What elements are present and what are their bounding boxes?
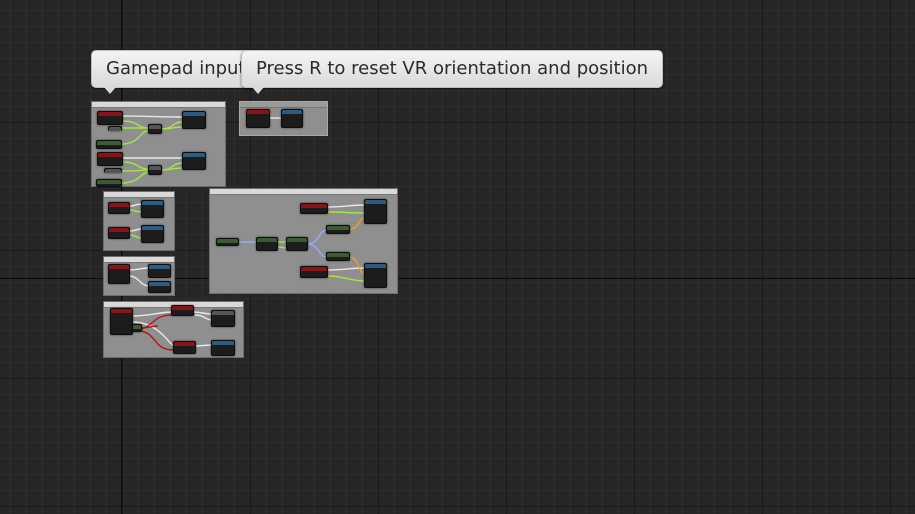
- set-rotation-node[interactable]: [364, 263, 387, 288]
- add-input-node[interactable]: [148, 264, 171, 278]
- get-variable-node[interactable]: [108, 126, 122, 131]
- add-input-node[interactable]: [148, 281, 171, 293]
- bubble-tail: [104, 87, 116, 94]
- comment-bubble-gamepad-input[interactable]: Gamepad input: [91, 50, 261, 94]
- get-variable-node[interactable]: [104, 168, 122, 173]
- break-vector-node[interactable]: [286, 237, 308, 251]
- comment-bubble-text: Press R to reset VR orientation and posi…: [256, 58, 649, 79]
- input-axis-event-node[interactable]: [300, 266, 328, 278]
- macro-node[interactable]: [211, 340, 235, 356]
- bubble-tail: [252, 87, 264, 94]
- comment-header[interactable]: [104, 192, 174, 198]
- comment-header[interactable]: [210, 189, 397, 195]
- comment-box-movement-input[interactable]: [103, 191, 175, 251]
- break-vector-node[interactable]: [256, 237, 278, 251]
- branch-node[interactable]: [171, 305, 194, 316]
- multiply-node[interactable]: [148, 124, 162, 134]
- input-axis-event-node[interactable]: [108, 202, 130, 214]
- input-axis-event-node[interactable]: [108, 227, 130, 239]
- make-struct-node[interactable]: [326, 225, 350, 234]
- comment-bubble-reset-vr[interactable]: Press R to reset VR orientation and posi…: [241, 50, 664, 94]
- macro-node[interactable]: [211, 310, 235, 327]
- input-touch-event-node[interactable]: [110, 308, 133, 335]
- input-axis-event-node[interactable]: [300, 203, 328, 214]
- comment-header[interactable]: [92, 102, 225, 108]
- add-movement-input-node[interactable]: [182, 152, 206, 170]
- blueprint-graph-canvas[interactable]: Gamepad input Press R to reset VR orient…: [0, 0, 915, 514]
- comment-header[interactable]: [240, 102, 327, 108]
- set-rotation-node[interactable]: [364, 199, 387, 224]
- multiply-node[interactable]: [148, 165, 162, 175]
- make-struct-node[interactable]: [326, 252, 350, 261]
- comment-bubble-text: Gamepad input: [106, 58, 246, 79]
- input-axis-event-node[interactable]: [97, 152, 123, 166]
- float-input-node[interactable]: [96, 179, 122, 187]
- branch-node[interactable]: [173, 341, 196, 354]
- comment-header[interactable]: [104, 257, 174, 263]
- float-input-node[interactable]: [96, 140, 122, 149]
- touch-location-node[interactable]: [132, 324, 142, 332]
- key-r-event-node[interactable]: [246, 109, 270, 128]
- add-movement-input-node[interactable]: [182, 111, 206, 129]
- add-input-node[interactable]: [141, 225, 164, 243]
- reset-orientation-node[interactable]: [281, 109, 303, 128]
- input-axis-event-node[interactable]: [97, 111, 123, 125]
- add-input-node[interactable]: [141, 200, 164, 218]
- vector-input-node[interactable]: [216, 238, 239, 246]
- input-axis-event-node[interactable]: [108, 264, 130, 284]
